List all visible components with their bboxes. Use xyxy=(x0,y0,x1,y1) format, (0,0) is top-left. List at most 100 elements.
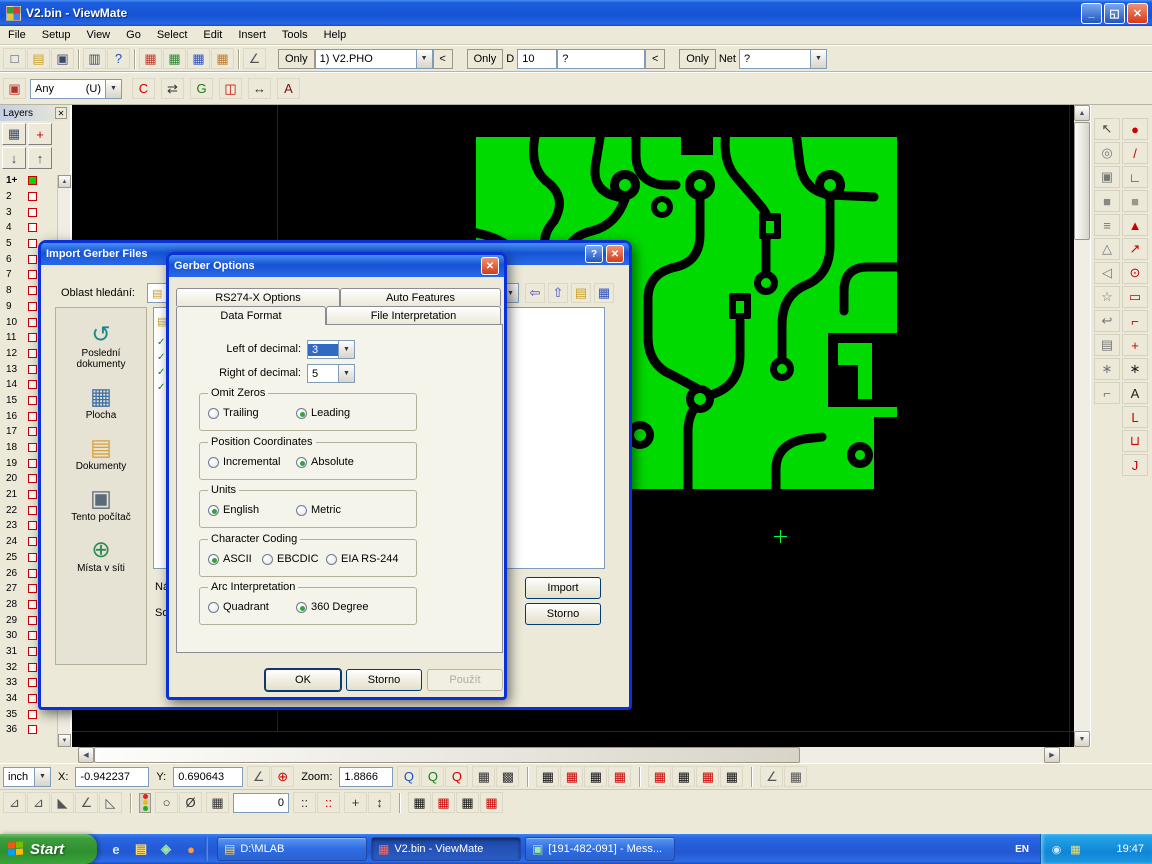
horizontal-scroll-thumb[interactable] xyxy=(94,747,800,763)
radio-ascii[interactable]: ASCII xyxy=(208,553,252,565)
vertical-scroll-thumb[interactable] xyxy=(1074,122,1090,240)
menu-help[interactable]: Help xyxy=(316,28,355,42)
file-check-icon[interactable]: ✓ xyxy=(157,382,165,393)
only-layer-toggle[interactable]: Only xyxy=(278,49,315,69)
layer-color-swatch[interactable] xyxy=(28,239,37,248)
network-tray-icon[interactable]: ◉ xyxy=(1049,842,1064,857)
radio-ebcdic[interactable]: EBCDIC xyxy=(262,553,319,565)
radio-360-degree[interactable]: 360 Degree xyxy=(296,601,369,613)
place-network[interactable]: ⊕Místa v síti xyxy=(56,536,146,574)
menu-tools[interactable]: Tools xyxy=(274,28,316,42)
dcode-query-input[interactable]: ? xyxy=(557,49,645,69)
close-button[interactable]: ✕ xyxy=(481,257,499,275)
menu-go[interactable]: Go xyxy=(118,28,149,42)
task-viewmate[interactable]: ▦V2.bin - ViewMate xyxy=(371,837,521,861)
zoom-in-icon[interactable]: Q xyxy=(421,766,444,787)
radio-icon[interactable] xyxy=(208,602,219,613)
radio-incremental[interactable]: Incremental xyxy=(208,456,280,468)
place-my-computer[interactable]: ▣Tento počítač xyxy=(56,485,146,523)
layer-table-icon[interactable]: ▦ xyxy=(163,48,186,69)
radio-icon[interactable] xyxy=(262,554,273,565)
layer-row-4[interactable]: 4 xyxy=(0,220,56,236)
target-tool-icon[interactable]: ⊙ xyxy=(1122,262,1148,284)
chevron-down-icon[interactable]: ▼ xyxy=(34,768,50,786)
layer-color-swatch[interactable] xyxy=(28,600,37,609)
grid-dots-icon[interactable]: ▩ xyxy=(496,766,519,787)
layer-color-swatch[interactable] xyxy=(28,412,37,421)
radio-icon[interactable] xyxy=(208,457,219,468)
dot-grid-icon[interactable]: :: xyxy=(317,792,340,813)
layer-row-3[interactable]: 3 xyxy=(0,204,56,220)
flip-tool-icon[interactable]: ◁ xyxy=(1094,262,1120,284)
sample-icon[interactable]: ▦ xyxy=(432,792,455,813)
net-combo[interactable]: ? ▼ xyxy=(739,49,827,69)
scroll-down-icon[interactable]: ▼ xyxy=(1074,731,1090,747)
measure-icon[interactable]: ∠ xyxy=(243,48,266,69)
triangle-tool-icon[interactable]: △ xyxy=(1094,238,1120,260)
right-decimal-combo[interactable]: 5 ▼ xyxy=(307,364,355,383)
left-decimal-combo[interactable]: 3 ▼ xyxy=(307,340,355,359)
ring-tool-icon[interactable]: ◎ xyxy=(1094,142,1120,164)
layer-row-1+[interactable]: 1+ xyxy=(0,173,56,189)
chevron-down-icon[interactable]: ▼ xyxy=(338,341,354,358)
radio-leading[interactable]: Leading xyxy=(296,407,350,419)
chevron-down-icon[interactable]: ▼ xyxy=(105,80,121,98)
layer-row-2[interactable]: 2 xyxy=(0,189,56,205)
only-net-toggle[interactable]: Only xyxy=(679,49,716,69)
frame-tool-icon[interactable]: ▭ xyxy=(1122,286,1148,308)
hook-tool-icon[interactable]: J xyxy=(1122,454,1148,476)
layer-color-swatch[interactable] xyxy=(28,521,37,530)
layers-grid-icon[interactable]: ▦ xyxy=(2,123,26,145)
stretch-icon[interactable]: ↔ xyxy=(248,78,271,99)
origin-icon[interactable]: ⊕ xyxy=(271,766,294,787)
horizontal-scrollbar[interactable]: ◀ ▶ xyxy=(0,747,1152,763)
layer-color-swatch[interactable] xyxy=(28,380,37,389)
context-help-icon[interactable]: ? xyxy=(107,48,130,69)
back-icon[interactable]: ⇦ xyxy=(525,283,545,303)
layer-color-swatch[interactable] xyxy=(28,616,37,625)
task-message[interactable]: ▣[191-482-091] - Mess... xyxy=(525,837,675,861)
import-button[interactable]: Import xyxy=(525,577,601,599)
menu-file[interactable]: File xyxy=(0,28,34,42)
radio-metric[interactable]: Metric xyxy=(296,504,341,516)
select-mode-icon[interactable]: ▣ xyxy=(3,78,26,99)
polygon-tool-icon[interactable]: ▲ xyxy=(1122,214,1148,236)
views-icon[interactable]: ▦ xyxy=(594,283,614,303)
apply-button[interactable]: Použít xyxy=(427,669,503,691)
scroll-up-icon[interactable]: ▲ xyxy=(1074,105,1090,121)
layer-color-swatch[interactable] xyxy=(28,443,37,452)
radio-icon[interactable] xyxy=(296,408,307,419)
pad-filter-icon[interactable]: ▦ xyxy=(608,766,631,787)
trace-filter-icon[interactable]: ▦ xyxy=(696,766,719,787)
ruler-slope-icon[interactable]: ◺ xyxy=(99,792,122,813)
ruler-corner-icon[interactable]: ◣ xyxy=(51,792,74,813)
layer-color-swatch[interactable] xyxy=(28,490,37,499)
file-check-icon[interactable]: ✓ xyxy=(157,337,165,348)
app-quick-icon[interactable]: ◈ xyxy=(157,840,175,858)
snap-grid-icon[interactable]: ▦ xyxy=(206,792,229,813)
chevron-down-icon[interactable]: ▼ xyxy=(416,50,432,68)
sample-icon[interactable]: ▦ xyxy=(480,792,503,813)
help-button[interactable]: ? xyxy=(585,245,603,263)
menu-select[interactable]: Select xyxy=(149,28,196,42)
browser-icon[interactable]: ● xyxy=(182,840,200,858)
grid-value-field[interactable]: 0 xyxy=(233,793,289,813)
minimize-button[interactable]: _ xyxy=(1081,3,1102,24)
tab-data-format[interactable]: Data Format xyxy=(176,306,326,325)
circle-tool-icon[interactable]: ○ xyxy=(155,792,178,813)
layer-color-swatch[interactable] xyxy=(28,208,37,217)
layers-panel-header[interactable]: Layers ✕ xyxy=(0,105,70,121)
split-view-icon[interactable]: ◫ xyxy=(219,78,242,99)
layer-color-swatch[interactable] xyxy=(28,176,37,185)
new-folder-icon[interactable]: ▤ xyxy=(571,283,591,303)
layer-color-swatch[interactable] xyxy=(28,349,37,358)
up-folder-icon[interactable]: ⇧ xyxy=(548,283,568,303)
save-icon[interactable]: ▣ xyxy=(51,48,74,69)
radio-eia-rs244[interactable]: EIA RS-244 xyxy=(326,553,398,565)
circle-mode-icon[interactable]: C xyxy=(132,78,155,99)
y-coordinate-field[interactable]: 0.690643 xyxy=(173,767,243,787)
layer-color-swatch[interactable] xyxy=(28,286,37,295)
new-file-icon[interactable]: □ xyxy=(3,48,26,69)
layer-color-swatch[interactable] xyxy=(28,694,37,703)
layer-color-swatch[interactable] xyxy=(28,459,37,468)
